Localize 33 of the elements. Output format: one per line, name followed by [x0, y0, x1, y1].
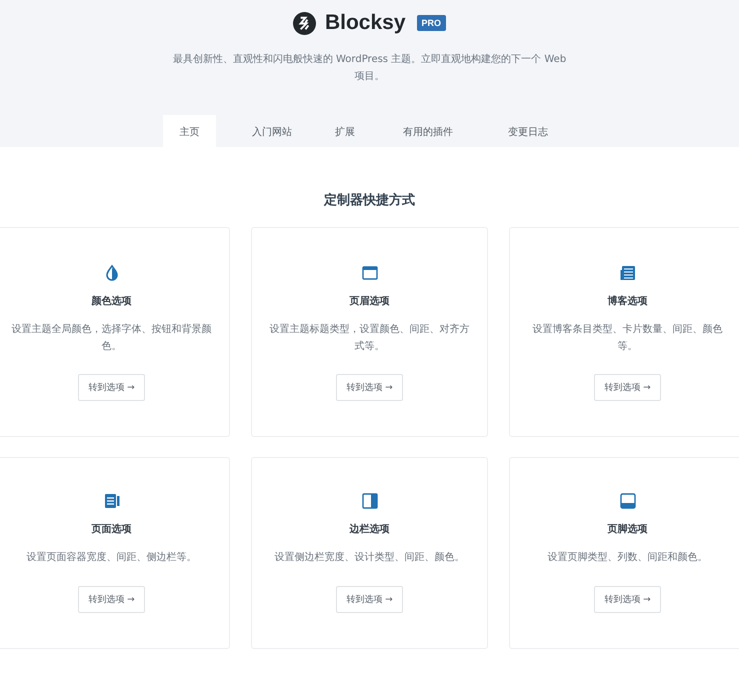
card-title: 博客选项	[608, 294, 648, 308]
go-to-options-button[interactable]: 转到选项 →	[336, 374, 403, 401]
card-title: 颜色选项	[92, 294, 132, 308]
go-to-options-button[interactable]: 转到选项 →	[336, 586, 403, 613]
pro-badge: PRO	[416, 15, 446, 31]
card-description: 设置页面容器宽度、间距、侧边栏等。	[26, 550, 198, 565]
tagline: 最具创新性、直观性和闪电般快速的 WordPress 主题。立即直观地构建您的下一个 Web 项目。	[172, 52, 568, 84]
tab[interactable]: 主页	[163, 115, 216, 147]
card-description: 设置页脚类型、列数、间距和颜色。	[546, 550, 708, 565]
card-description: 设置博客条目类型、卡片数量、间距、颜色等。	[532, 322, 724, 354]
tab[interactable]: 入门网站	[237, 115, 307, 147]
card-description: 设置侧边栏宽度、设计类型、间距、颜色。	[274, 550, 466, 565]
section-title: 定制器快捷方式	[322, 192, 416, 209]
tab[interactable]: 变更日志	[491, 115, 565, 147]
brand-name: Blocksy	[324, 11, 406, 35]
go-to-options-button[interactable]: 转到选项 →	[594, 586, 661, 613]
card-description: 设置主题标题类型，设置颜色、间距、对齐方式等。	[270, 322, 470, 354]
tab[interactable]: 扩展	[325, 115, 365, 147]
window-icon	[360, 264, 378, 282]
footer-layout-icon	[618, 492, 636, 510]
tab[interactable]: 有用的插件	[388, 115, 468, 147]
sidebar-icon	[360, 492, 378, 510]
document-icon	[102, 492, 120, 510]
go-to-options-button[interactable]: 转到选项 →	[78, 586, 145, 613]
card-title: 页眉选项	[350, 294, 390, 308]
card-title: 页面选项	[92, 522, 132, 536]
card-description: 设置主题全局颜色，选择字体、按钮和背景颜色。	[12, 322, 212, 354]
go-to-options-button[interactable]: 转到选项 →	[78, 374, 145, 401]
newspaper-icon	[618, 264, 636, 282]
card-title: 页脚选项	[608, 522, 648, 536]
logo-icon	[292, 12, 316, 34]
card-title: 边栏选项	[350, 522, 390, 536]
go-to-options-button[interactable]: 转到选项 →	[594, 374, 661, 401]
